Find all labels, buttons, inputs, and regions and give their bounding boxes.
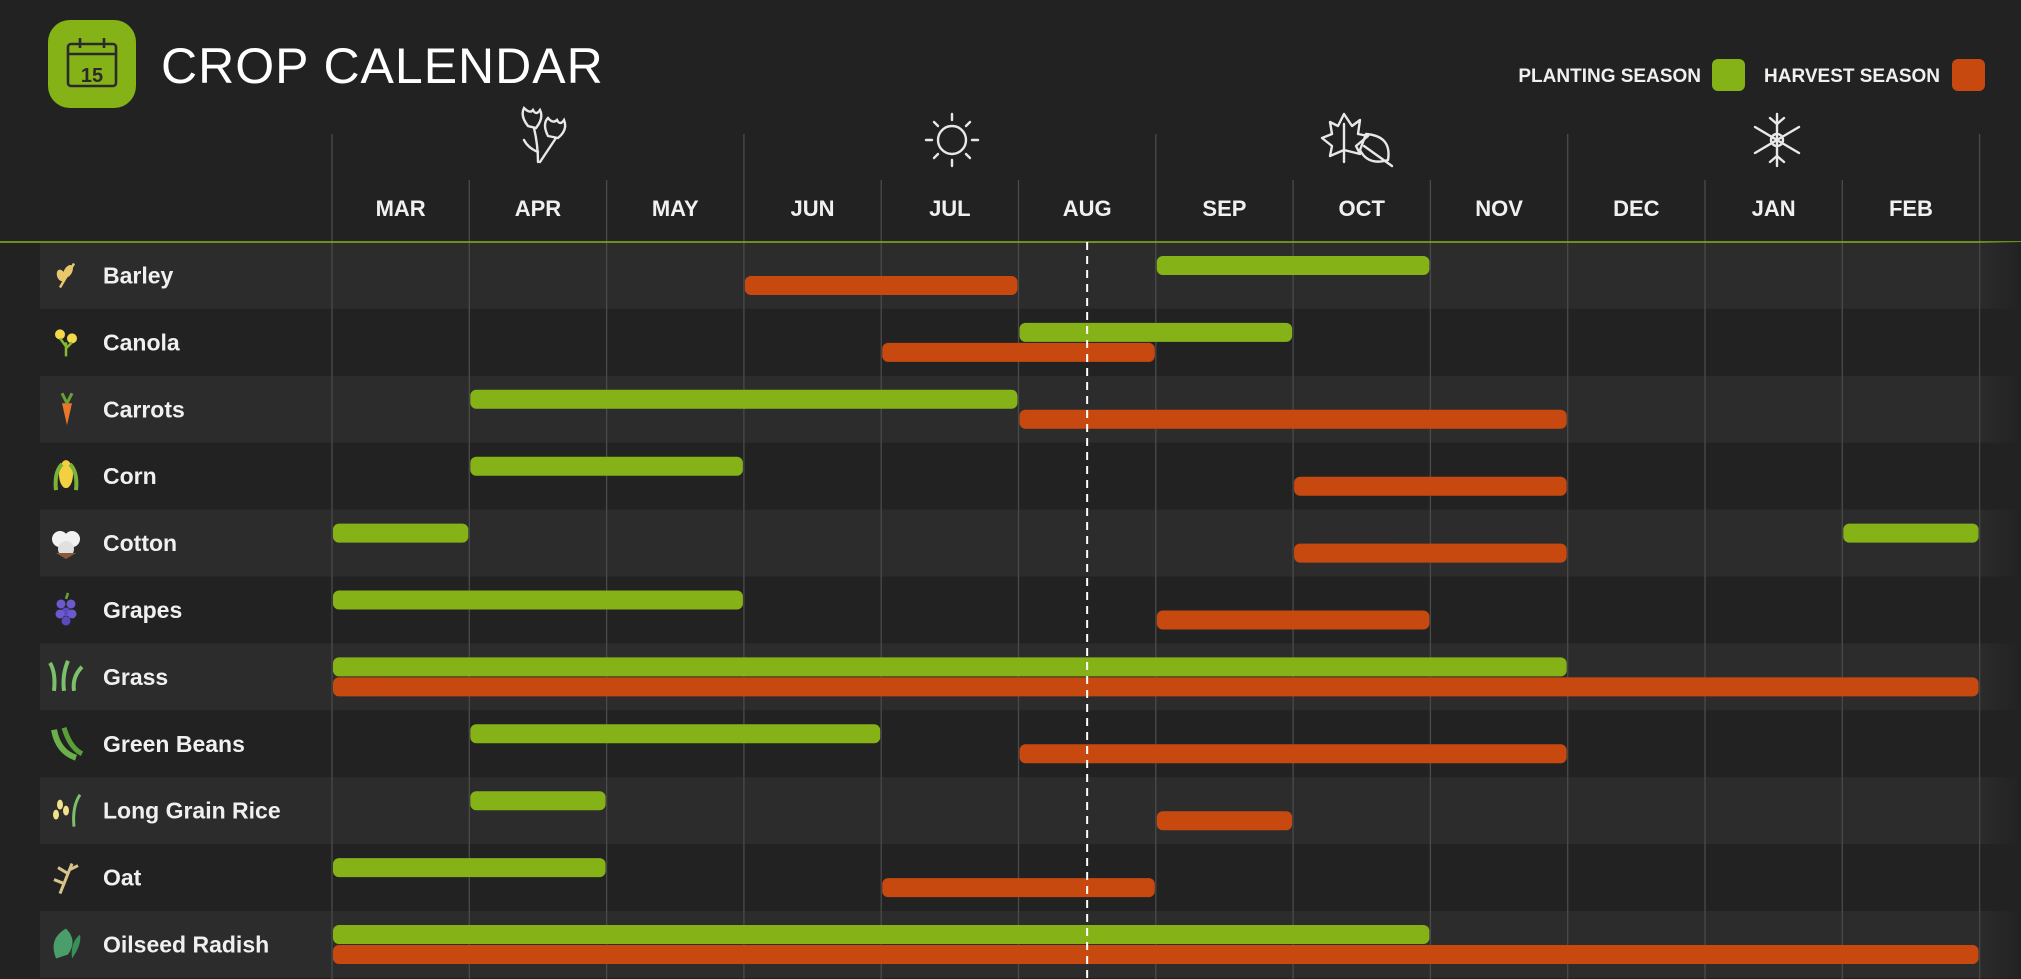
month-label-jan: JAN xyxy=(1752,196,1796,221)
calendar-badge: 15 xyxy=(48,20,136,108)
crop-label: Green Beans xyxy=(103,731,245,757)
calendar-badge-bg xyxy=(48,20,136,108)
harvest-bar xyxy=(1294,543,1567,563)
month-label-oct: OCT xyxy=(1339,196,1386,221)
crop-row-bg xyxy=(40,576,2021,644)
right-edge-fade xyxy=(1976,242,2021,979)
crop-label: Carrots xyxy=(103,396,185,422)
crop-label: Canola xyxy=(103,329,180,355)
harvest-bar xyxy=(882,342,1155,362)
crop-row-bg xyxy=(40,242,2021,309)
planting-bar xyxy=(470,724,881,744)
sun-icon xyxy=(924,112,980,168)
legend: PLANTING SEASON HARVEST SEASON xyxy=(1518,59,1985,91)
month-label-may: MAY xyxy=(652,196,699,221)
legend-planting-swatch xyxy=(1712,59,1745,91)
month-label-nov: NOV xyxy=(1475,196,1523,221)
month-label-aug: AUG xyxy=(1063,196,1112,221)
planting-bar xyxy=(333,657,1567,677)
crop-row-bg xyxy=(40,844,2021,911)
planting-bar xyxy=(1156,256,1430,275)
planting-bar xyxy=(333,858,606,878)
crop-row-bg xyxy=(40,308,2021,376)
snowflake-icon xyxy=(1753,112,1801,168)
crop-calendar-chart: 15 CROP CALENDAR PLANTING SEASON HARVEST… xyxy=(0,20,2021,979)
month-label-sep: SEP xyxy=(1202,196,1246,221)
month-label-jun: JUN xyxy=(791,196,835,221)
planting-bar xyxy=(470,791,606,811)
crop-label: Oilseed Radish xyxy=(103,931,269,957)
month-label-apr: APR xyxy=(515,196,562,221)
month-axis: MAR APR MAY JUN JUL AUG SEP OCT NOV DEC JAN FEB xyxy=(376,196,1933,221)
harvest-bar xyxy=(882,878,1155,898)
crop-row-bg xyxy=(40,710,2021,778)
harvest-bar xyxy=(1019,744,1567,764)
month-label-dec: DEC xyxy=(1613,196,1660,221)
crop-label: Barley xyxy=(103,262,174,288)
crop-row-bg xyxy=(40,911,2021,978)
month-label-feb: FEB xyxy=(1889,196,1933,221)
crop-row-bg xyxy=(40,643,2021,711)
planting-bar xyxy=(333,925,1430,944)
harvest-bar xyxy=(1019,409,1567,429)
harvest-bar xyxy=(1294,476,1567,496)
month-label-jul: JUL xyxy=(929,196,971,221)
crop-label: Cotton xyxy=(103,530,177,556)
legend-harvest-label: HARVEST SEASON xyxy=(1764,66,1940,87)
crop-row-bg xyxy=(40,777,2021,845)
page-title: CROP CALENDAR xyxy=(161,38,604,94)
flowers-icon xyxy=(521,105,567,164)
planting-bar xyxy=(1843,523,1979,543)
harvest-bar xyxy=(1156,811,1293,831)
crop-label: Grass xyxy=(103,664,168,690)
crop-row-bg xyxy=(40,375,2021,443)
harvest-bar xyxy=(1156,610,1430,630)
planting-bar xyxy=(470,389,1018,409)
harvest-bar xyxy=(333,945,1979,964)
planting-bar xyxy=(470,456,743,476)
planting-bar xyxy=(333,523,469,543)
crop-row-bg xyxy=(40,442,2021,510)
harvest-bar xyxy=(744,276,1018,295)
planting-bar xyxy=(1019,322,1293,342)
legend-planting-label: PLANTING SEASON xyxy=(1518,66,1701,87)
crop-label: Long Grain Rice xyxy=(103,798,281,824)
calendar-day-number: 15 xyxy=(81,65,103,87)
crop-label: Grapes xyxy=(103,597,182,623)
legend-harvest-swatch xyxy=(1952,59,1985,91)
autumn-leaves-icon xyxy=(1320,112,1394,168)
planting-bar xyxy=(333,590,743,610)
month-label-mar: MAR xyxy=(376,196,426,221)
crop-label: Oat xyxy=(103,865,142,891)
crop-label: Corn xyxy=(103,463,157,489)
crop-row-bg xyxy=(40,509,2021,577)
harvest-bar xyxy=(333,677,1979,697)
